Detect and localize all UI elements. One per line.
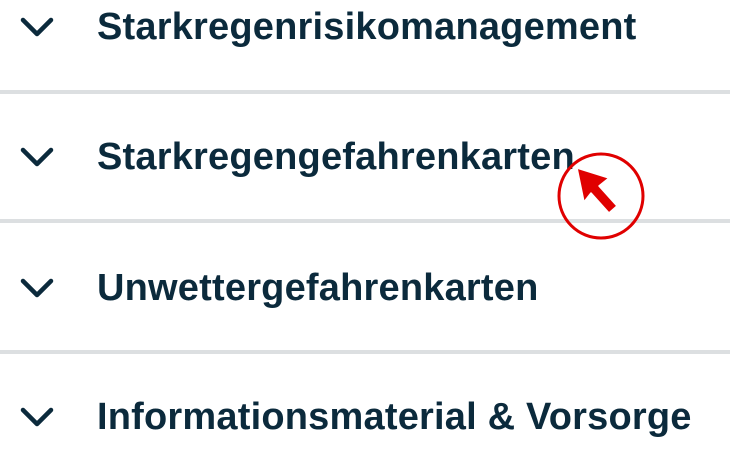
chevron-down-icon (20, 147, 54, 167)
accordion-list: Starkregenrisikomanagement Starkregengef… (0, 0, 730, 439)
divider (0, 219, 730, 223)
chevron-down-icon (20, 407, 54, 427)
accordion-item-starkregengefahrenkarten[interactable]: Starkregengefahrenkarten (0, 122, 730, 192)
chevron-down-icon (20, 17, 54, 37)
accordion-item-label: Informationsmaterial & Vorsorge (97, 395, 692, 438)
accordion-item-informationsmaterial-vorsorge[interactable]: Informationsmaterial & Vorsorge (0, 382, 730, 452)
divider (0, 90, 730, 94)
chevron-down-icon (20, 278, 54, 298)
accordion-item-unwettergefahrenkarten[interactable]: Unwettergefahrenkarten (0, 253, 730, 323)
divider (0, 350, 730, 354)
accordion-item-label: Starkregengefahrenkarten (97, 135, 575, 178)
accordion-item-label: Unwettergefahrenkarten (97, 266, 539, 309)
accordion-item-label: Starkregenrisikomanagement (97, 5, 637, 48)
accordion-item-starkregenrisikomanagement[interactable]: Starkregenrisikomanagement (0, 0, 730, 62)
